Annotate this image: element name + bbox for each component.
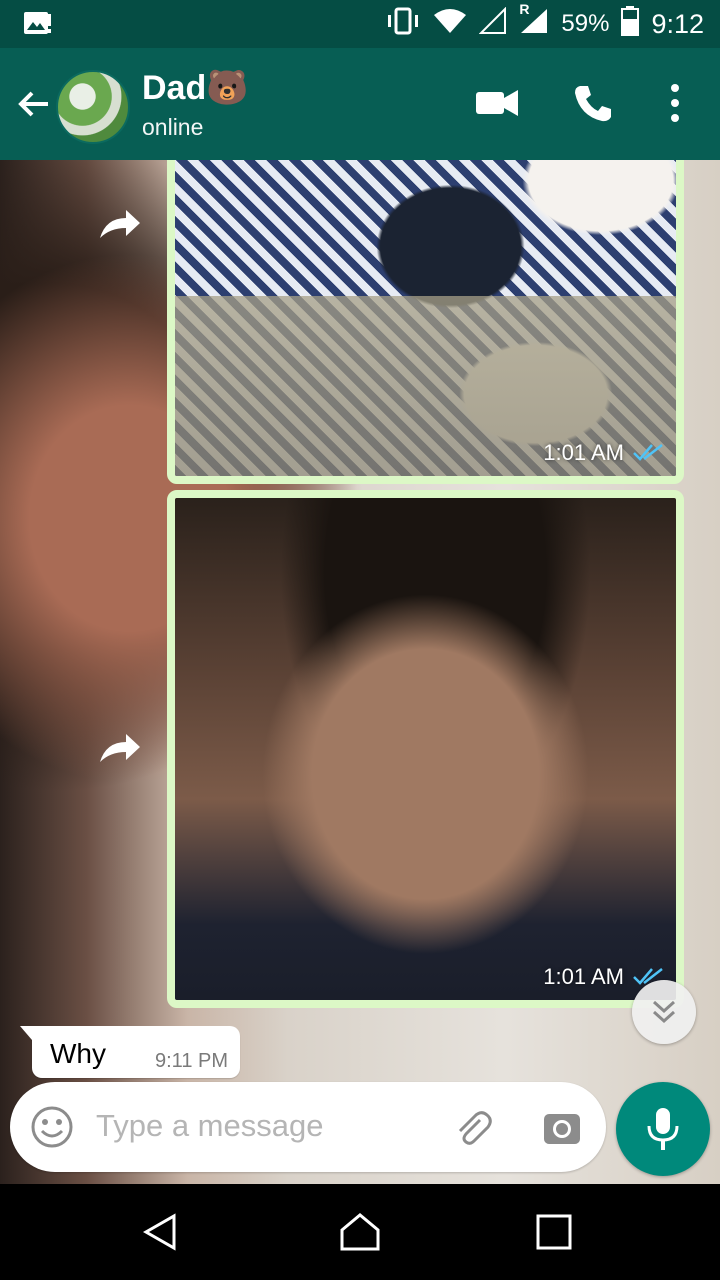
chat-header: Dad🐻 online: [0, 48, 720, 160]
phone-call-icon[interactable]: [570, 80, 616, 126]
more-options-icon[interactable]: [660, 80, 706, 126]
double-chevron-down-icon: [652, 1000, 676, 1024]
image-notification-icon: [22, 10, 52, 43]
message-input[interactable]: Type a message: [96, 1108, 323, 1144]
message-timestamp: 1:01 AM: [543, 440, 664, 466]
contact-name[interactable]: Dad🐻: [142, 68, 249, 108]
message-text: Why: [50, 1038, 106, 1069]
read-ticks-icon: [633, 444, 663, 461]
nav-back-icon[interactable]: [140, 1210, 184, 1254]
back-arrow-icon[interactable]: [14, 84, 54, 124]
image-message[interactable]: 1:01 AM: [167, 490, 684, 1008]
wifi-icon: [433, 7, 467, 42]
nav-home-icon[interactable]: [338, 1210, 382, 1254]
mic-button[interactable]: [616, 1082, 710, 1176]
battery-icon: [621, 5, 640, 43]
signal-roaming-icon: R: [519, 1, 549, 42]
incoming-message-bubble[interactable]: Why 9:11 PM: [20, 1026, 240, 1078]
mic-icon: [647, 1108, 679, 1150]
message-composer[interactable]: Type a message: [10, 1082, 606, 1172]
message-photo: [175, 160, 676, 476]
navigation-bar: [0, 1184, 720, 1280]
emoji-icon[interactable]: [30, 1105, 74, 1149]
status-bar: R 59% 9:12: [0, 0, 720, 48]
battery-percent: 59%: [561, 10, 610, 37]
chat-area[interactable]: 1:01 AM 1:01 AM Why 9:11 PM: [0, 160, 720, 1184]
forward-icon[interactable]: [98, 208, 142, 240]
forward-icon[interactable]: [98, 732, 142, 764]
nav-recents-icon[interactable]: [532, 1210, 576, 1254]
message-photo: [175, 498, 676, 1000]
image-message[interactable]: 1:01 AM: [167, 160, 684, 484]
vibrate-icon: [385, 7, 421, 42]
camera-icon[interactable]: [540, 1106, 584, 1150]
scroll-down-button[interactable]: [632, 980, 696, 1044]
video-call-icon[interactable]: [474, 80, 520, 126]
clock: 9:12: [651, 8, 704, 39]
signal-icon: [478, 6, 507, 42]
attach-icon[interactable]: [450, 1106, 494, 1150]
message-timestamp: 9:11 PM: [155, 1050, 228, 1072]
avatar[interactable]: [56, 70, 130, 144]
contact-status: online: [142, 114, 204, 140]
